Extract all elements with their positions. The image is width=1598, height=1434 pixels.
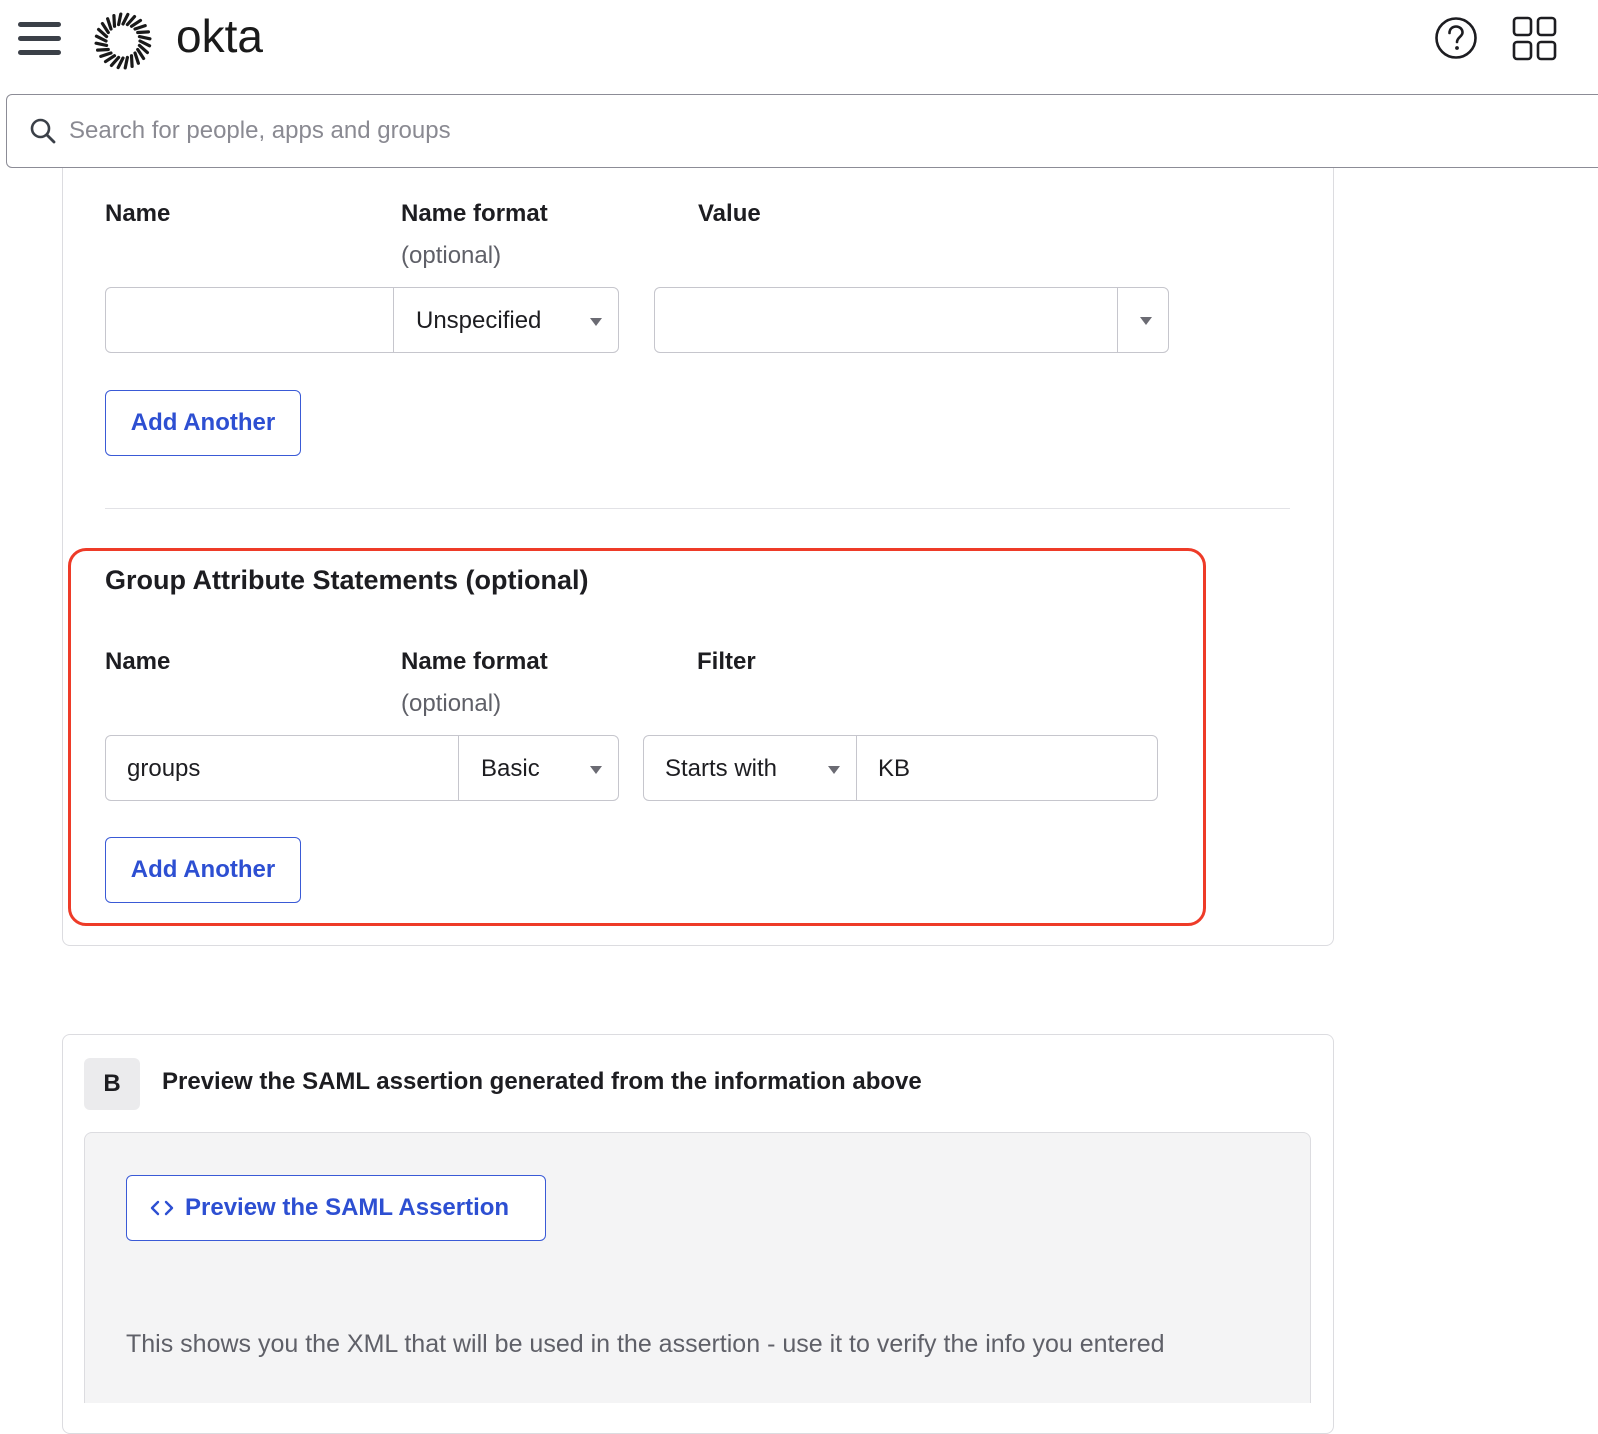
section-divider: [105, 508, 1290, 509]
top-navigation-bar: okta: [0, 0, 1598, 92]
chevron-down-icon: [590, 318, 602, 326]
attr-col-name-header: Name: [105, 200, 171, 227]
hamburger-menu-icon[interactable]: [18, 22, 62, 56]
attr-col-optional-note: (optional): [401, 242, 502, 269]
preview-saml-assertion-button[interactable]: Preview the SAML Assertion: [126, 1175, 546, 1241]
attr-value-combobox[interactable]: [654, 287, 1169, 353]
attr-col-name-format-header: Name format: [401, 200, 548, 227]
group-filter-type-value: Starts with: [665, 755, 778, 782]
attr-add-another-button[interactable]: Add Another: [105, 390, 301, 456]
preview-helper-text: This shows you the XML that will be used…: [126, 1330, 1165, 1358]
help-circle-icon[interactable]: [1434, 16, 1478, 60]
chevron-down-icon: [590, 766, 602, 774]
okta-sunburst-logo-icon: [94, 12, 152, 70]
preview-saml-assertion-label: Preview the SAML Assertion: [185, 1194, 510, 1221]
step-badge: B: [84, 1058, 140, 1110]
group-add-another-button[interactable]: Add Another: [105, 837, 301, 903]
group-name-value: groups: [127, 755, 201, 782]
global-search-bar[interactable]: [6, 94, 1598, 168]
group-name-input[interactable]: groups: [105, 735, 460, 801]
combobox-divider: [1117, 288, 1118, 352]
attr-name-input[interactable]: [105, 287, 395, 353]
code-brackets-icon: [150, 1200, 174, 1216]
attr-col-value-header: Value: [698, 200, 761, 227]
group-attributes-title: Group Attribute Statements (optional): [105, 565, 589, 595]
group-col-name-format-header: Name format: [401, 648, 548, 675]
chevron-down-icon[interactable]: [1140, 317, 1152, 325]
group-col-name-header: Name: [105, 648, 171, 675]
preview-section-title: Preview the SAML assertion generated fro…: [162, 1068, 922, 1095]
chevron-down-icon: [828, 766, 840, 774]
group-col-optional-note: (optional): [401, 690, 502, 717]
attr-name-format-value: Unspecified: [416, 307, 542, 334]
group-name-format-value: Basic: [481, 755, 540, 782]
search-icon: [30, 118, 56, 144]
group-filter-value-input[interactable]: KB: [856, 735, 1158, 801]
group-filter-value-text: KB: [878, 755, 911, 782]
brand-name: okta: [176, 10, 263, 62]
app-grid-icon[interactable]: [1512, 16, 1558, 62]
search-input[interactable]: [67, 95, 967, 167]
group-filter-type-select[interactable]: Starts with: [643, 735, 858, 801]
attr-name-format-select[interactable]: Unspecified: [393, 287, 619, 353]
group-col-filter-header: Filter: [697, 648, 756, 675]
group-name-format-select[interactable]: Basic: [458, 735, 619, 801]
